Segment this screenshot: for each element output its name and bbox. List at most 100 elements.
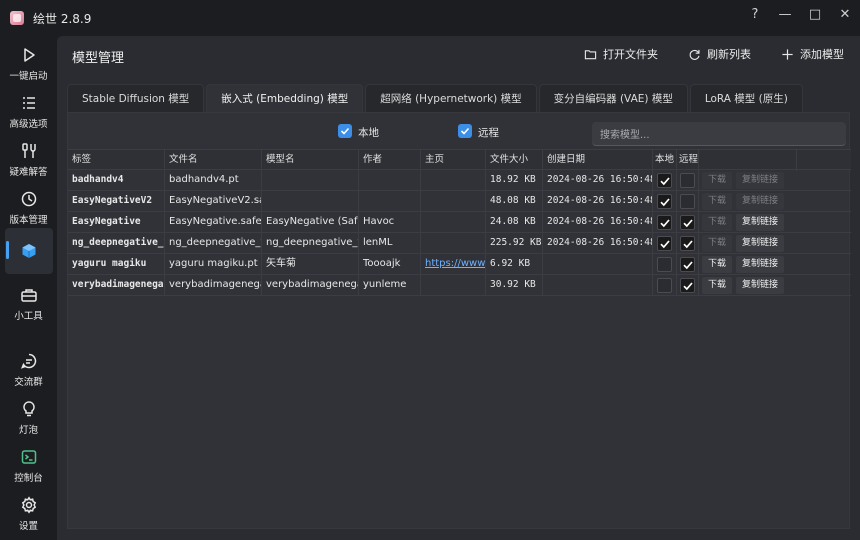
- sidebar-item-troubleshoot[interactable]: 疑难解答: [0, 142, 57, 178]
- local-checkbox[interactable]: [657, 215, 672, 230]
- help-button[interactable]: ?: [740, 0, 770, 28]
- open-folder-button[interactable]: 打开文件夹: [584, 46, 658, 62]
- copy-link-button[interactable]: 复制链接: [736, 235, 784, 252]
- cell-actions: 下载 复制链接: [699, 170, 797, 191]
- download-button[interactable]: 下载: [702, 235, 732, 252]
- remote-checkbox[interactable]: [680, 257, 695, 272]
- model-list-panel: 本地 远程 搜索模型... 标签 文件名 模型名 作者 主页 文件大小 创建日期…: [67, 112, 851, 529]
- cell-filename: yaguru magiku.pt: [165, 254, 262, 275]
- column-header-tag[interactable]: 标签: [68, 150, 165, 171]
- history-icon: [21, 191, 36, 207]
- cell-local: [653, 191, 677, 212]
- copy-link-button[interactable]: 复制链接: [736, 172, 784, 189]
- list-icon: [22, 97, 35, 109]
- local-filter-label: 本地: [358, 127, 379, 139]
- cell-tag: EasyNegative: [68, 212, 165, 233]
- check-icon: [682, 281, 693, 290]
- tab-hypernetwork[interactable]: 超网络 (Hypernetwork) 模型: [365, 84, 537, 112]
- remote-checkbox[interactable]: [680, 278, 695, 293]
- sidebar-item-lightbulb[interactable]: 灯泡: [0, 400, 57, 436]
- cell-date: 2024-08-26 16:50:48: [543, 233, 653, 254]
- remote-filter-checkbox[interactable]: [458, 124, 472, 138]
- column-header-homepage[interactable]: 主页: [421, 150, 486, 171]
- cell-actions: 下载 复制链接: [699, 233, 797, 254]
- download-button[interactable]: 下载: [702, 256, 732, 273]
- cell-local: [653, 170, 677, 191]
- column-header-local[interactable]: 本地: [653, 150, 677, 171]
- console-icon: [21, 450, 36, 464]
- sidebar-item-advanced[interactable]: 高级选项: [0, 94, 57, 130]
- local-checkbox[interactable]: [657, 236, 672, 251]
- copy-link-button[interactable]: 复制链接: [736, 214, 784, 231]
- refresh-button[interactable]: 刷新列表: [688, 46, 751, 62]
- tab-lora[interactable]: LoRA 模型 (原生): [689, 84, 803, 112]
- remote-checkbox[interactable]: [680, 173, 695, 188]
- sidebar-item-tools[interactable]: 小工具: [0, 286, 57, 322]
- check-icon: [659, 218, 670, 227]
- title-bar: 绘世 2.8.9 ? — □ ✕: [0, 0, 860, 36]
- download-button[interactable]: 下载: [702, 193, 732, 210]
- cell-date: [543, 275, 653, 296]
- cell-author: [359, 170, 421, 191]
- sidebar-item-models[interactable]: [0, 242, 57, 260]
- cell-author: Toooajk: [359, 254, 421, 275]
- local-checkbox[interactable]: [657, 278, 672, 293]
- copy-link-button[interactable]: 复制链接: [736, 193, 784, 210]
- sidebar-item-console[interactable]: 控制台: [0, 448, 57, 484]
- download-button[interactable]: 下载: [702, 214, 732, 231]
- sidebar-item-label: 控制台: [14, 473, 43, 484]
- copy-link-button[interactable]: 复制链接: [736, 277, 784, 294]
- column-header-filename[interactable]: 文件名: [165, 150, 262, 171]
- sidebar-item-versions[interactable]: 版本管理: [0, 190, 57, 226]
- cell-filename: ng_deepnegative_v1: [165, 233, 262, 254]
- local-filter-checkbox[interactable]: [338, 124, 352, 138]
- download-button[interactable]: 下载: [702, 277, 732, 294]
- table-row[interactable]: badhandv4 badhandv4.pt 18.92 KB 2024-08-26 …: [68, 170, 851, 191]
- tab-embedding[interactable]: 嵌入式 (Embedding) 模型: [206, 84, 364, 112]
- homepage-link[interactable]: https://www.: [425, 258, 485, 269]
- table-row[interactable]: ng_deepnegative_vng_deepnegative_v1ng_de…: [68, 233, 851, 254]
- local-checkbox[interactable]: [657, 194, 672, 209]
- download-button[interactable]: 下载: [702, 172, 732, 189]
- local-checkbox[interactable]: [657, 173, 672, 188]
- column-header-author[interactable]: 作者: [359, 150, 421, 171]
- copy-link-button[interactable]: 复制链接: [736, 256, 784, 273]
- cell-author: yunleme: [359, 275, 421, 296]
- cell-filename: EasyNegative.safeter: [165, 212, 262, 233]
- local-checkbox[interactable]: [657, 257, 672, 272]
- maximize-button[interactable]: □: [800, 0, 830, 28]
- table-row[interactable]: yaguru magiku yaguru magiku.pt 矢车菊 Toooajk h…: [68, 254, 851, 275]
- cell-author: Havoc: [359, 212, 421, 233]
- window-controls: ? — □ ✕: [740, 0, 860, 28]
- tab-vae[interactable]: 变分自编码器 (VAE) 模型: [538, 84, 688, 112]
- cell-date: [543, 254, 653, 275]
- sidebar-item-launch[interactable]: 一键启动: [0, 46, 57, 82]
- cell-modelname: ng_deepnegative_v1: [262, 233, 359, 254]
- cell-author: [359, 191, 421, 212]
- table-row[interactable]: verybadimagenegatverybadimagenegativeryb…: [68, 275, 851, 296]
- add-model-button[interactable]: 添加模型: [781, 46, 844, 62]
- minimize-button[interactable]: —: [770, 0, 800, 28]
- column-header-date[interactable]: 创建日期: [543, 150, 653, 171]
- play-icon: [23, 48, 35, 62]
- table-row[interactable]: EasyNegativeV2EasyNegativeV2.safe 48.08 K…: [68, 191, 851, 212]
- table-row[interactable]: EasyNegativeEasyNegative.safeterEasyNega…: [68, 212, 851, 233]
- cell-modelname: EasyNegative (SafeTe: [262, 212, 359, 233]
- search-input[interactable]: 搜索模型...: [592, 122, 846, 146]
- remote-checkbox[interactable]: [680, 236, 695, 251]
- column-header-remote[interactable]: 远程: [677, 150, 699, 171]
- sidebar-item-settings[interactable]: 设置: [0, 496, 57, 532]
- remote-checkbox[interactable]: [680, 215, 695, 230]
- chat-icon: [20, 353, 36, 369]
- remote-checkbox[interactable]: [680, 194, 695, 209]
- check-icon: [659, 239, 670, 248]
- app-logo-icon: [10, 11, 24, 25]
- cell-homepage: https://www.: [421, 254, 486, 275]
- check-icon: [659, 176, 670, 185]
- sidebar-item-community[interactable]: 交流群: [0, 352, 57, 388]
- cell-date: 2024-08-26 16:50:48: [543, 170, 653, 191]
- tab-stable-diffusion[interactable]: Stable Diffusion 模型: [67, 84, 205, 112]
- column-header-size[interactable]: 文件大小: [486, 150, 543, 171]
- column-header-modelname[interactable]: 模型名: [262, 150, 359, 171]
- close-button[interactable]: ✕: [830, 0, 860, 28]
